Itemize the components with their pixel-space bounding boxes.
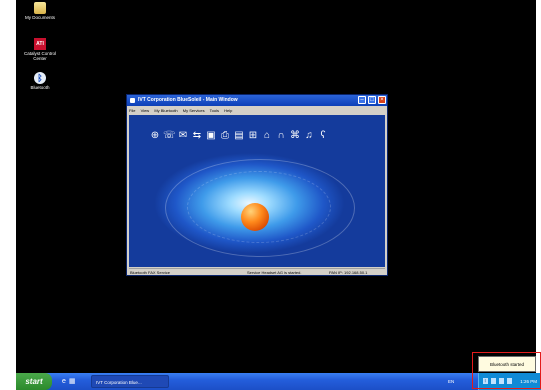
headset-icon[interactable]: ∩	[275, 130, 287, 142]
status-right: PAN IP: 192.168.50.1	[329, 270, 368, 275]
device-view-canvas: ⊕ ☏ ✉ ⇆ ▣ ⎙ ▤ ⊞ ⌂ ∩ ⌘ ♫ ʕ	[129, 115, 385, 267]
av-icon[interactable]: ♫	[303, 130, 315, 142]
close-button[interactable]: ×	[378, 96, 386, 104]
taskbar: start e ▦ IVT Corporation Blue... EN ᛒ 1:…	[16, 373, 541, 390]
show-desktop-icon[interactable]: ▦	[69, 378, 76, 385]
audio-gateway-icon[interactable]: ʕ	[317, 130, 329, 142]
folder-icon	[34, 2, 46, 14]
service-toolbar: ⊕ ☏ ✉ ⇆ ▣ ⎙ ▤ ⊞ ⌂ ∩ ⌘ ♫ ʕ	[149, 125, 375, 142]
desktop-icon-my-documents[interactable]: My Documents	[20, 2, 60, 20]
start-button[interactable]: start	[16, 373, 52, 390]
local-device-ball[interactable]	[241, 203, 269, 231]
start-label: start	[25, 377, 43, 386]
menu-file[interactable]: File	[129, 108, 135, 113]
menu-my-bluetooth[interactable]: My Bluetooth	[154, 108, 177, 113]
window-title: IVT Corporation BlueSoleil - Main Window	[138, 97, 238, 103]
menu-tools[interactable]: Tools	[210, 108, 219, 113]
menu-bar: File View My Bluetooth My Services Tools…	[129, 107, 385, 114]
dial-up-icon[interactable]: ☏	[163, 130, 176, 142]
minimize-button[interactable]: –	[358, 96, 366, 104]
file-transfer-icon[interactable]: ⇆	[191, 130, 203, 142]
quick-launch: e ▦	[62, 377, 79, 386]
bluesoleil-main-window: IVT Corporation BlueSoleil - Main Window…	[126, 94, 388, 276]
desktop-icon-label: My Documents	[24, 15, 55, 20]
language-indicator[interactable]: EN	[448, 373, 454, 390]
camera-icon[interactable]: ⌘	[289, 130, 301, 142]
maximize-button[interactable]: □	[368, 96, 376, 104]
fax-icon[interactable]: ✉	[177, 130, 189, 142]
ati-logo-icon: ATI	[34, 38, 46, 50]
printer-icon[interactable]: ⎙	[219, 130, 231, 142]
network-icon[interactable]: ⊕	[149, 130, 161, 142]
window-titlebar[interactable]: IVT Corporation BlueSoleil - Main Window…	[127, 95, 387, 106]
taskbar-button-label: IVT Corporation Blue...	[96, 380, 142, 385]
bluetooth-icon: ᛒ	[34, 72, 46, 84]
desktop-icon-label: Bluetooth	[30, 85, 50, 90]
menu-help[interactable]: Help	[224, 108, 232, 113]
serial-port-icon[interactable]: ▤	[233, 130, 245, 142]
hid-icon[interactable]: ⌂	[261, 130, 273, 142]
desktop-icon-bluetooth[interactable]: ᛒ Bluetooth	[20, 72, 60, 90]
menu-view[interactable]: View	[141, 108, 150, 113]
status-center: Service Headset AG is started.	[247, 270, 302, 275]
sync-icon[interactable]: ▣	[205, 130, 217, 142]
desktop: My Documents ATI Catalyst Control Center…	[16, 0, 536, 373]
status-left: Bluetooth FAX Service	[130, 270, 171, 275]
desktop-icon-label: Catalyst Control Center	[23, 51, 56, 61]
app-icon	[130, 98, 135, 103]
lan-icon[interactable]: ⊞	[247, 130, 259, 142]
status-bar: Bluetooth FAX Service Service Headset AG…	[129, 268, 385, 276]
desktop-icon-catalyst-control-center[interactable]: ATI Catalyst Control Center	[20, 38, 60, 61]
menu-my-services[interactable]: My Services	[183, 108, 205, 113]
highlight-box	[472, 352, 541, 389]
browser-icon[interactable]: e	[62, 378, 66, 385]
taskbar-button-bluesoleil[interactable]: IVT Corporation Blue...	[91, 375, 169, 388]
